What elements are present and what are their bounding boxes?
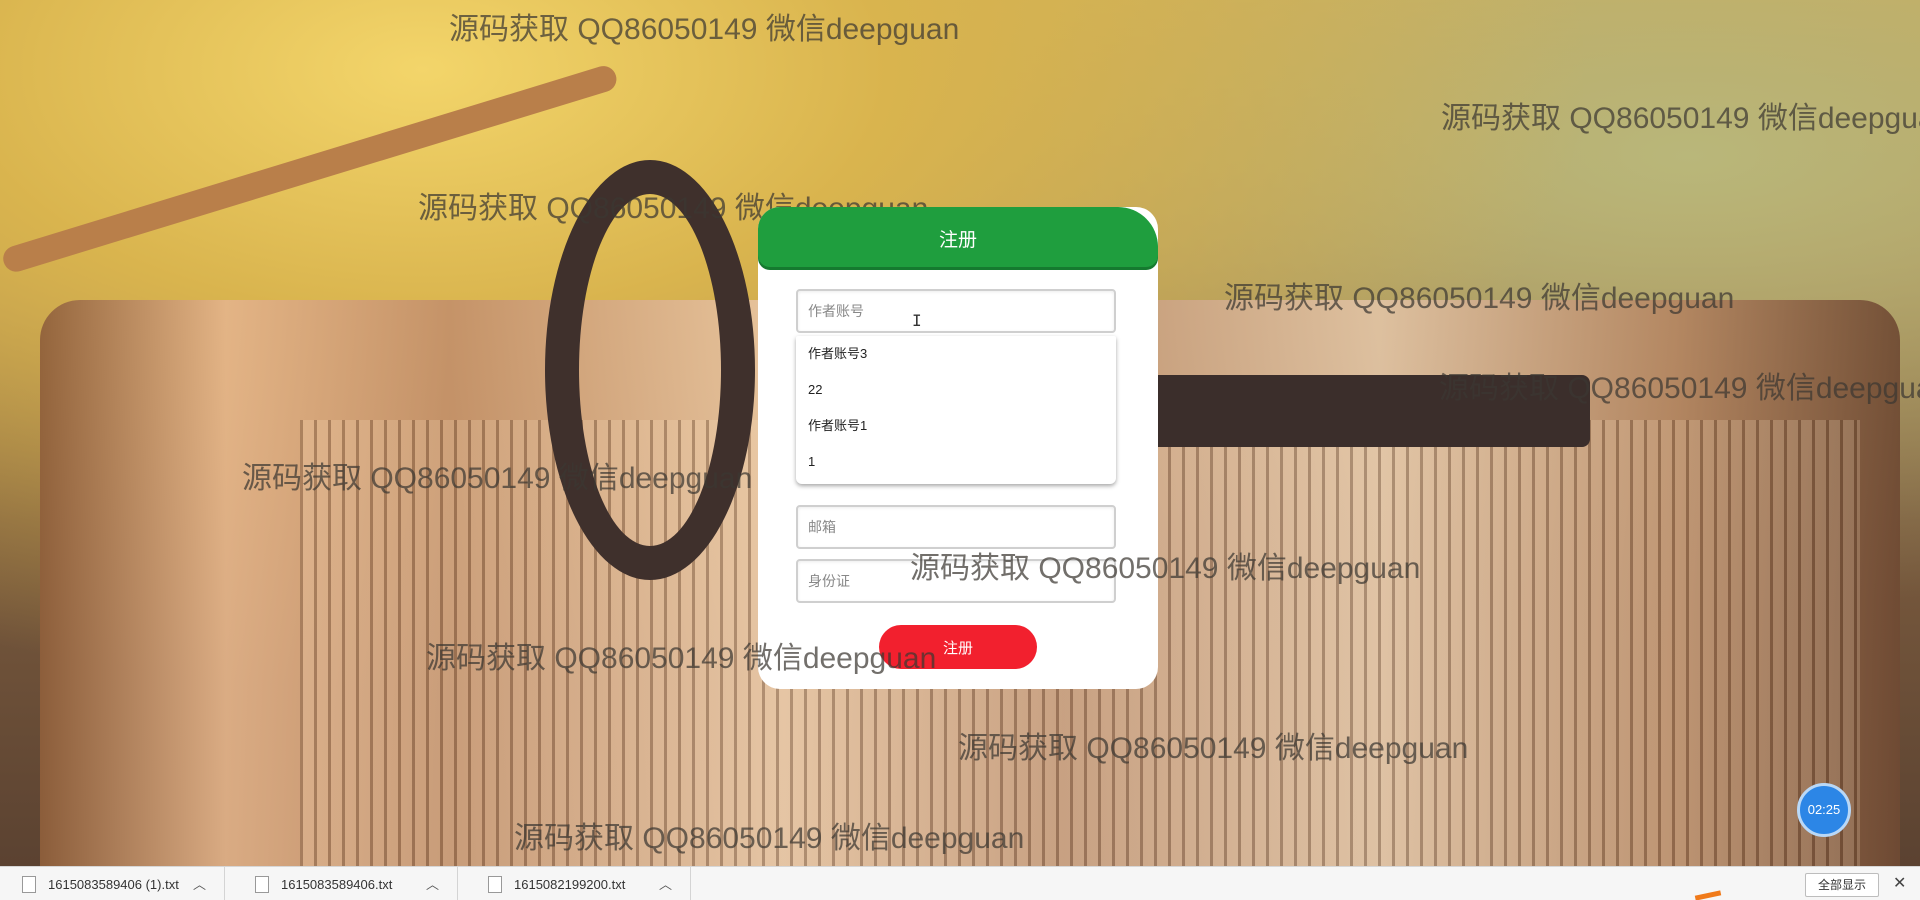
author-account-input[interactable]: [796, 289, 1116, 333]
register-title: 注册: [938, 230, 977, 251]
download-item[interactable]: 1615083589406 (1).txt ︿: [0, 867, 225, 900]
download-item[interactable]: 1615082199200.txt ︿: [466, 867, 691, 900]
watermark: 源码获取 QQ86050149 微信deepguan: [1224, 282, 1735, 315]
download-filename: 1615083589406.txt: [281, 877, 393, 892]
download-filename: 1615083589406 (1).txt: [48, 877, 179, 892]
watermark: 源码获取 QQ86050149 微信deepguan: [1439, 372, 1920, 405]
close-icon[interactable]: ✕: [1893, 873, 1906, 892]
show-all-downloads-button[interactable]: 全部显示: [1805, 873, 1880, 897]
chevron-up-icon[interactable]: ︿: [659, 874, 672, 893]
autocomplete-option[interactable]: 作者账号1: [796, 408, 1116, 444]
register-header: 注册: [758, 207, 1158, 267]
rope-illustration: [0, 62, 620, 275]
file-icon: [488, 876, 502, 893]
chevron-up-icon[interactable]: ︿: [426, 874, 439, 893]
download-item[interactable]: 1615083589406.txt ︿: [233, 867, 458, 900]
download-bar: 1615083589406 (1).txt ︿ 1615083589406.tx…: [0, 866, 1920, 900]
chevron-up-icon[interactable]: ︿: [193, 874, 206, 893]
watermark: 源码获取 QQ86050149 微信deepguan: [449, 13, 960, 46]
register-panel: 注册 作者账号3 22 作者账号1 1 注册: [758, 207, 1158, 689]
text-cursor-icon: I: [912, 311, 922, 330]
watermark: 源码获取 QQ86050149 微信deepguan: [1441, 102, 1920, 135]
watermark: 源码获取 QQ86050149 微信deepguan: [910, 552, 1421, 585]
file-icon: [22, 876, 36, 893]
autocomplete-option[interactable]: 1: [796, 444, 1116, 480]
autocomplete-dropdown: 作者账号3 22 作者账号1 1: [796, 336, 1116, 484]
watermark: 源码获取 QQ86050149 微信deepguan: [242, 462, 753, 495]
file-icon: [255, 876, 269, 893]
timer-badge[interactable]: 02:25: [1797, 783, 1851, 837]
autocomplete-option[interactable]: 22: [796, 372, 1116, 408]
watermark: 源码获取 QQ86050149 微信deepguan: [426, 642, 937, 675]
watermark: 源码获取 QQ86050149 微信deepguan: [958, 732, 1469, 765]
autocomplete-option[interactable]: 作者账号3: [796, 336, 1116, 372]
watermark: 源码获取 QQ86050149 微信deepguan: [514, 822, 1025, 855]
download-filename: 1615082199200.txt: [514, 877, 626, 892]
